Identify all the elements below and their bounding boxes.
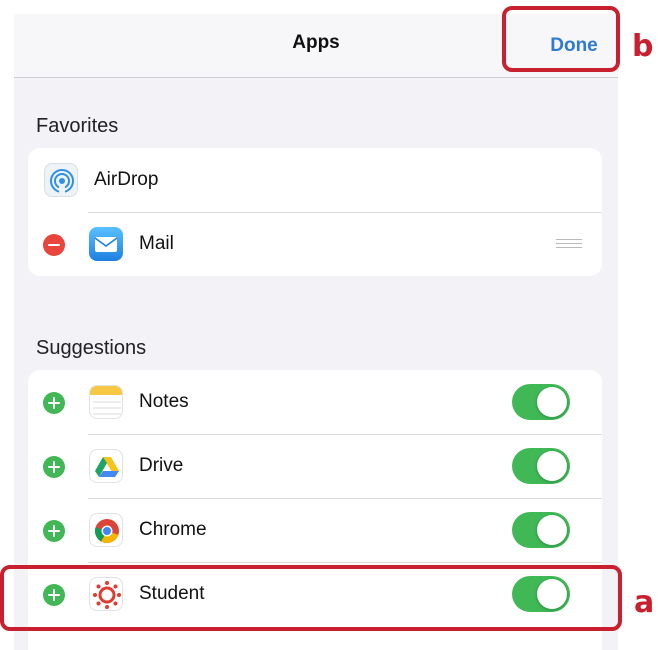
apps-sheet: Apps Done Favorites AirDrop Mail Suggest…: [14, 14, 618, 650]
annotation-label-a: a: [634, 585, 655, 620]
suggestion-row-chrome[interactable]: Chrome: [28, 498, 602, 562]
drive-toggle[interactable]: [512, 448, 570, 484]
favorite-label-airdrop: AirDrop: [94, 169, 159, 190]
drive-icon: [89, 449, 123, 483]
suggestion-label-chrome: Chrome: [139, 519, 207, 540]
add-notes-button[interactable]: [43, 392, 65, 414]
done-highlight-box: [502, 6, 620, 72]
suggestion-label-notes: Notes: [139, 391, 189, 412]
notes-toggle[interactable]: [512, 384, 570, 420]
chrome-toggle[interactable]: [512, 512, 570, 548]
student-highlight-box: [0, 565, 622, 631]
favorite-row-mail[interactable]: Mail: [28, 212, 602, 276]
favorites-list: AirDrop Mail: [28, 148, 602, 276]
chrome-icon: [89, 513, 123, 547]
mail-icon: [89, 227, 123, 261]
favorites-header: Favorites: [36, 115, 119, 137]
add-drive-button[interactable]: [43, 456, 65, 478]
favorite-label-mail: Mail: [139, 233, 174, 254]
reorder-handle-icon[interactable]: [556, 239, 582, 249]
annotation-label-b: b: [632, 29, 654, 64]
suggestions-header: Suggestions: [36, 337, 147, 359]
suggestion-label-drive: Drive: [139, 455, 184, 476]
remove-favorite-button[interactable]: [43, 234, 65, 256]
favorite-row-airdrop[interactable]: AirDrop: [28, 148, 602, 212]
add-chrome-button[interactable]: [43, 520, 65, 542]
notes-icon: [89, 385, 123, 419]
suggestion-row-drive[interactable]: Drive: [28, 434, 602, 498]
airdrop-icon: [44, 163, 78, 197]
suggestion-row-notes[interactable]: Notes: [28, 370, 602, 434]
